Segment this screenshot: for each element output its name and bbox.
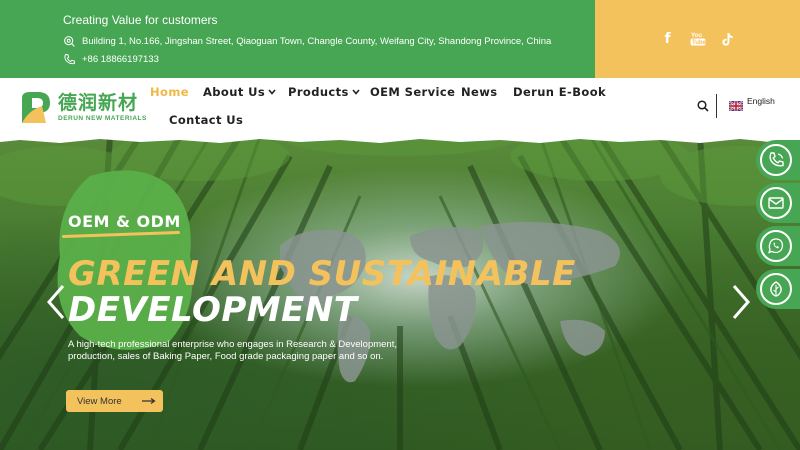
tagline: Creating Value for customers	[63, 13, 218, 27]
hero-headline-line1: GREEN AND SUSTAINABLE	[68, 254, 576, 294]
search-icon[interactable]	[697, 100, 709, 112]
leaf-float-button[interactable]	[756, 269, 800, 309]
nav-news-label: News	[461, 85, 498, 99]
youtube-icon[interactable]: You Tube	[690, 31, 706, 47]
nav-derun-ebook-label: Derun E-Book	[513, 85, 607, 99]
address-text: Building 1, No.166, Jingshan Street, Qia…	[82, 36, 552, 47]
hero-description: A high-tech professional enterprise who …	[68, 339, 397, 362]
hero-headline-line2: DEVELOPMENT	[68, 290, 358, 330]
logo-chinese-text: 德润新材	[58, 91, 139, 114]
nav-about-us-label: About Us	[203, 85, 266, 99]
nav-home[interactable]: Home	[150, 85, 189, 99]
chevron-down-icon	[352, 88, 360, 97]
location-icon	[64, 36, 75, 47]
view-more-label: View More	[77, 395, 122, 407]
email-float-button[interactable]	[756, 183, 800, 223]
leaf-float-icon	[770, 281, 782, 297]
language-label: English	[747, 96, 775, 106]
chevron-down-icon	[268, 88, 276, 97]
view-more-button[interactable]: View More	[66, 390, 163, 412]
phone-line[interactable]: +86 18866197133	[63, 53, 159, 66]
facebook-icon[interactable]: f	[660, 31, 676, 47]
nav-contact-us[interactable]: Contact Us	[169, 113, 243, 127]
floating-contact-bar	[756, 140, 800, 312]
svg-text:You: You	[691, 33, 702, 39]
nav-about-us[interactable]: About Us	[203, 85, 276, 99]
torn-edge-decoration	[0, 136, 800, 143]
social-links: f You Tube	[595, 0, 800, 78]
logo-mark-icon	[22, 92, 50, 123]
phone-float-button[interactable]	[756, 140, 800, 180]
language-selector[interactable]: English	[729, 96, 775, 111]
nav-contact-us-label: Contact Us	[169, 113, 244, 127]
nav-products-label: Products	[288, 85, 349, 99]
phone-float-icon	[769, 152, 784, 167]
nav-home-label: Home	[150, 85, 189, 99]
svg-text:Tube: Tube	[692, 40, 706, 46]
whatsapp-float-icon	[767, 238, 784, 254]
phone-text: +86 18866197133	[82, 54, 159, 65]
uk-flag-icon	[729, 101, 743, 111]
hero-kicker: OEM & ODM	[68, 212, 181, 231]
nav-divider	[716, 94, 717, 118]
prev-slide-icon[interactable]	[46, 284, 66, 320]
nav-oem-service[interactable]: OEM Service	[370, 85, 455, 99]
hero-banner: OEM & ODM GREEN AND SUSTAINABLE DEVELOPM…	[0, 136, 800, 450]
arrow-right-icon	[142, 398, 156, 404]
whatsapp-float-button[interactable]	[756, 226, 800, 266]
nav-products[interactable]: Products	[288, 85, 360, 99]
brand-logo[interactable]: 德润新材 DERUN NEW MATERIALS	[20, 89, 150, 125]
top-info-bar: Creating Value for customers Building 1,…	[0, 0, 800, 78]
nav-oem-service-label: OEM Service	[370, 85, 456, 99]
nav-news[interactable]: News	[461, 85, 498, 99]
address-line: Building 1, No.166, Jingshan Street, Qia…	[63, 35, 551, 48]
nav-derun-ebook[interactable]: Derun E-Book	[513, 85, 606, 99]
email-float-icon	[768, 197, 784, 209]
tiktok-icon[interactable]	[720, 31, 736, 47]
logo-english-text: DERUN NEW MATERIALS	[58, 114, 147, 122]
phone-icon	[64, 54, 75, 65]
next-slide-icon[interactable]	[731, 284, 751, 320]
